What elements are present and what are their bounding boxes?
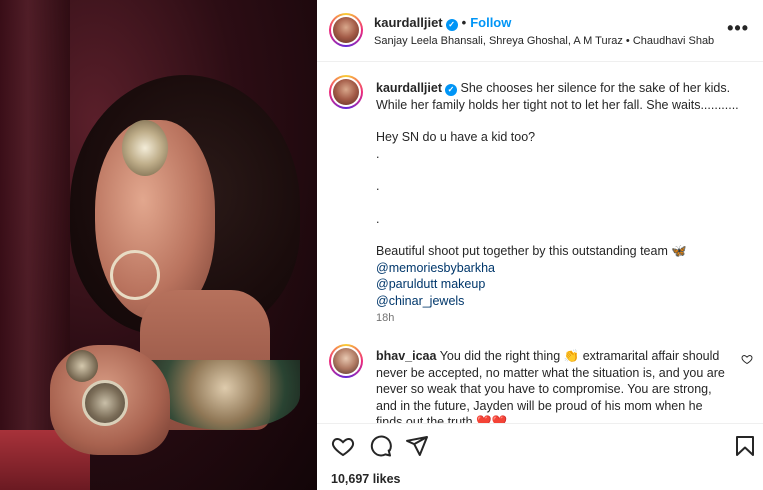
- caption-username[interactable]: kaurdalljiet: [376, 81, 442, 95]
- audio-credit[interactable]: Sanjay Leela Bhansali, Shreya Ghoshal, A…: [374, 35, 714, 47]
- cocktail-ring: [82, 380, 128, 426]
- comment-like-heart-icon[interactable]: [741, 353, 753, 365]
- necklace: [150, 360, 300, 430]
- action-bar: 10,697 likes: [317, 423, 763, 490]
- caption-dot-2: .: [376, 179, 380, 193]
- commenter-username[interactable]: bhav_icaa: [376, 349, 436, 363]
- author-username[interactable]: kaurdalljiet: [374, 15, 443, 30]
- small-ring: [66, 350, 98, 382]
- comment: bhav_icaa You did the right thing 👏 extr…: [376, 348, 731, 423]
- post-image[interactable]: [0, 0, 317, 490]
- caption: kaurdalljiet ✓ She chooses her silence fo…: [376, 80, 751, 309]
- post-header: kaurdalljiet ✓ • Follow Sanjay Leela Bhansa…: [317, 0, 763, 62]
- caption-text-3: Beautiful shoot put together by this out…: [376, 244, 687, 258]
- caption-avatar[interactable]: [329, 75, 363, 109]
- more-options-icon[interactable]: •••: [727, 19, 749, 37]
- caption-dot-1: .: [376, 146, 380, 161]
- mention-link[interactable]: @paruldutt makeup: [376, 276, 751, 293]
- post-detail-panel: kaurdalljiet ✓ • Follow Sanjay Leela Bhansa…: [317, 0, 763, 490]
- follow-button[interactable]: Follow: [470, 15, 511, 30]
- author-line: kaurdalljiet ✓ • Follow: [374, 15, 511, 31]
- author-avatar[interactable]: [329, 13, 363, 47]
- comments-section[interactable]: kaurdalljiet ✓ She chooses her silence fo…: [317, 63, 763, 423]
- commenter-avatar[interactable]: [329, 344, 363, 378]
- share-icon[interactable]: [405, 434, 429, 458]
- bookmark-icon[interactable]: [733, 434, 757, 458]
- mention-link[interactable]: @chinar_jewels: [376, 293, 751, 310]
- heart-icon[interactable]: [331, 434, 355, 458]
- verified-badge-icon: ✓: [445, 19, 458, 31]
- caption-text-2: Hey SN do u have a kid too?: [376, 130, 536, 144]
- post-timestamp[interactable]: 18h: [376, 312, 394, 324]
- likes-count[interactable]: 10,697 likes: [331, 472, 401, 486]
- nose-ring: [110, 250, 160, 300]
- comment-icon[interactable]: [369, 434, 393, 458]
- maang-tikka: [122, 120, 168, 176]
- caption-dot-3: .: [376, 211, 380, 226]
- mention-link[interactable]: @memoriesbybarkha: [376, 260, 751, 277]
- verified-badge-icon: ✓: [445, 84, 457, 96]
- separator-dot: •: [461, 15, 467, 30]
